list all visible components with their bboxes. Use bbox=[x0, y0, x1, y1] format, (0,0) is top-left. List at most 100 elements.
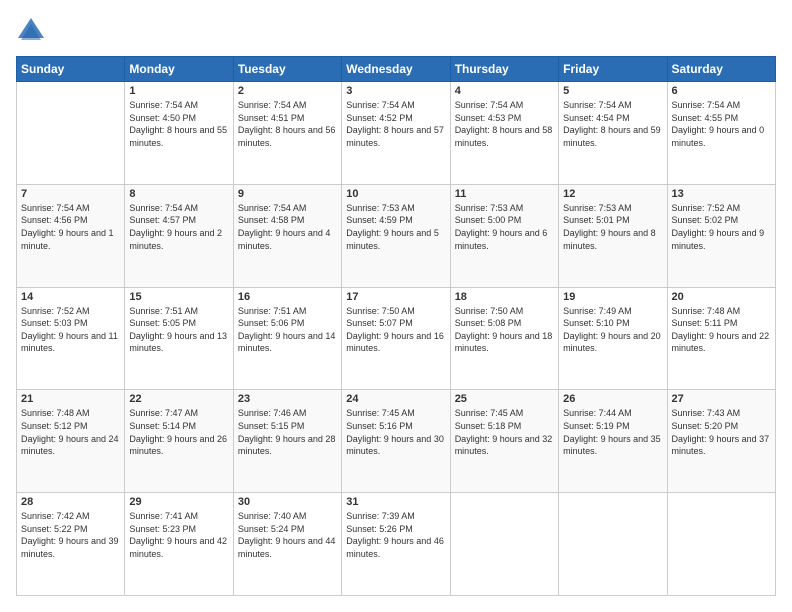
calendar-cell: 20Sunrise: 7:48 AMSunset: 5:11 PMDayligh… bbox=[667, 287, 775, 390]
day-number: 1 bbox=[129, 85, 228, 97]
day-info: Sunrise: 7:50 AMSunset: 5:08 PMDaylight:… bbox=[455, 305, 554, 355]
day-number: 20 bbox=[672, 291, 771, 303]
day-number: 11 bbox=[455, 188, 554, 200]
day-info: Sunrise: 7:44 AMSunset: 5:19 PMDaylight:… bbox=[563, 407, 662, 457]
calendar-cell: 1 Sunrise: 7:54 AMSunset: 4:50 PMDaylight… bbox=[125, 82, 233, 185]
day-info: Sunrise: 7:40 AMSunset: 5:24 PMDaylight:… bbox=[238, 510, 337, 560]
day-number: 5 bbox=[563, 85, 662, 97]
day-number: 28 bbox=[21, 496, 120, 508]
calendar-cell: 27 Sunrise: 7:43 AMSunset: 5:20 PMDayligh… bbox=[667, 390, 775, 493]
calendar-cell: 13Sunrise: 7:52 AMSunset: 5:02 PMDayligh… bbox=[667, 184, 775, 287]
day-number: 9 bbox=[238, 188, 337, 200]
calendar-cell bbox=[450, 493, 558, 596]
calendar-cell: 29 Sunrise: 7:41 AMSunset: 5:23 PMDayligh… bbox=[125, 493, 233, 596]
day-header-saturday: Saturday bbox=[667, 57, 775, 82]
day-info: Sunrise: 7:52 AMSunset: 5:03 PMDaylight:… bbox=[21, 305, 120, 355]
day-header-monday: Monday bbox=[125, 57, 233, 82]
day-number: 19 bbox=[563, 291, 662, 303]
day-header-thursday: Thursday bbox=[450, 57, 558, 82]
calendar-week-row: 28 Sunrise: 7:42 AMSunset: 5:22 PMDayligh… bbox=[17, 493, 776, 596]
day-info: Sunrise: 7:54 AMSunset: 4:50 PMDaylight:… bbox=[129, 99, 228, 149]
calendar-cell bbox=[559, 493, 667, 596]
day-number: 23 bbox=[238, 393, 337, 405]
day-info: Sunrise: 7:53 AMSunset: 5:00 PMDaylight:… bbox=[455, 202, 554, 252]
calendar-cell: 26 Sunrise: 7:44 AMSunset: 5:19 PMDayligh… bbox=[559, 390, 667, 493]
day-number: 12 bbox=[563, 188, 662, 200]
calendar-cell: 22 Sunrise: 7:47 AMSunset: 5:14 PMDayligh… bbox=[125, 390, 233, 493]
day-number: 4 bbox=[455, 85, 554, 97]
day-info: Sunrise: 7:54 AMSunset: 4:52 PMDaylight:… bbox=[346, 99, 445, 149]
calendar-week-row: 14 Sunrise: 7:52 AMSunset: 5:03 PMDayligh… bbox=[17, 287, 776, 390]
day-number: 25 bbox=[455, 393, 554, 405]
calendar-cell: 9 Sunrise: 7:54 AMSunset: 4:58 PMDaylight… bbox=[233, 184, 341, 287]
day-info: Sunrise: 7:42 AMSunset: 5:22 PMDaylight:… bbox=[21, 510, 120, 560]
calendar-cell: 18 Sunrise: 7:50 AMSunset: 5:08 PMDayligh… bbox=[450, 287, 558, 390]
day-number: 2 bbox=[238, 85, 337, 97]
day-header-wednesday: Wednesday bbox=[342, 57, 450, 82]
day-info: Sunrise: 7:51 AMSunset: 5:05 PMDaylight:… bbox=[129, 305, 228, 355]
day-number: 18 bbox=[455, 291, 554, 303]
day-number: 26 bbox=[563, 393, 662, 405]
calendar-week-row: 1 Sunrise: 7:54 AMSunset: 4:50 PMDaylight… bbox=[17, 82, 776, 185]
day-info: Sunrise: 7:50 AMSunset: 5:07 PMDaylight:… bbox=[346, 305, 445, 355]
day-number: 27 bbox=[672, 393, 771, 405]
calendar-cell: 17 Sunrise: 7:50 AMSunset: 5:07 PMDayligh… bbox=[342, 287, 450, 390]
calendar-cell: 24Sunrise: 7:45 AMSunset: 5:16 PMDayligh… bbox=[342, 390, 450, 493]
calendar-cell: 3 Sunrise: 7:54 AMSunset: 4:52 PMDaylight… bbox=[342, 82, 450, 185]
day-info: Sunrise: 7:52 AMSunset: 5:02 PMDaylight:… bbox=[672, 202, 771, 252]
calendar-week-row: 21 Sunrise: 7:48 AMSunset: 5:12 PMDayligh… bbox=[17, 390, 776, 493]
calendar-header-row: SundayMondayTuesdayWednesdayThursdayFrid… bbox=[17, 57, 776, 82]
calendar-cell: 28 Sunrise: 7:42 AMSunset: 5:22 PMDayligh… bbox=[17, 493, 125, 596]
day-info: Sunrise: 7:54 AMSunset: 4:55 PMDaylight:… bbox=[672, 99, 771, 149]
day-info: Sunrise: 7:39 AMSunset: 5:26 PMDaylight:… bbox=[346, 510, 445, 560]
calendar-cell: 21 Sunrise: 7:48 AMSunset: 5:12 PMDayligh… bbox=[17, 390, 125, 493]
calendar-week-row: 7 Sunrise: 7:54 AMSunset: 4:56 PMDaylight… bbox=[17, 184, 776, 287]
day-number: 10 bbox=[346, 188, 445, 200]
calendar-cell: 7 Sunrise: 7:54 AMSunset: 4:56 PMDaylight… bbox=[17, 184, 125, 287]
day-number: 16 bbox=[238, 291, 337, 303]
calendar-cell: 25 Sunrise: 7:45 AMSunset: 5:18 PMDayligh… bbox=[450, 390, 558, 493]
day-info: Sunrise: 7:41 AMSunset: 5:23 PMDaylight:… bbox=[129, 510, 228, 560]
day-number: 21 bbox=[21, 393, 120, 405]
day-info: Sunrise: 7:48 AMSunset: 5:12 PMDaylight:… bbox=[21, 407, 120, 457]
day-number: 31 bbox=[346, 496, 445, 508]
calendar-cell bbox=[17, 82, 125, 185]
day-number: 15 bbox=[129, 291, 228, 303]
day-number: 8 bbox=[129, 188, 228, 200]
calendar-cell bbox=[667, 493, 775, 596]
day-number: 7 bbox=[21, 188, 120, 200]
day-number: 17 bbox=[346, 291, 445, 303]
day-info: Sunrise: 7:51 AMSunset: 5:06 PMDaylight:… bbox=[238, 305, 337, 355]
day-info: Sunrise: 7:54 AMSunset: 4:56 PMDaylight:… bbox=[21, 202, 120, 252]
day-info: Sunrise: 7:54 AMSunset: 4:58 PMDaylight:… bbox=[238, 202, 337, 252]
calendar-cell: 30Sunrise: 7:40 AMSunset: 5:24 PMDayligh… bbox=[233, 493, 341, 596]
logo-icon bbox=[16, 16, 46, 46]
calendar-cell: 6Sunrise: 7:54 AMSunset: 4:55 PMDaylight… bbox=[667, 82, 775, 185]
day-number: 24 bbox=[346, 393, 445, 405]
calendar-cell: 4Sunrise: 7:54 AMSunset: 4:53 PMDaylight… bbox=[450, 82, 558, 185]
day-header-friday: Friday bbox=[559, 57, 667, 82]
calendar-cell: 8 Sunrise: 7:54 AMSunset: 4:57 PMDaylight… bbox=[125, 184, 233, 287]
day-info: Sunrise: 7:54 AMSunset: 4:54 PMDaylight:… bbox=[563, 99, 662, 149]
day-info: Sunrise: 7:46 AMSunset: 5:15 PMDaylight:… bbox=[238, 407, 337, 457]
calendar-cell: 19Sunrise: 7:49 AMSunset: 5:10 PMDayligh… bbox=[559, 287, 667, 390]
day-info: Sunrise: 7:53 AMSunset: 4:59 PMDaylight:… bbox=[346, 202, 445, 252]
calendar-cell: 14 Sunrise: 7:52 AMSunset: 5:03 PMDayligh… bbox=[17, 287, 125, 390]
day-info: Sunrise: 7:45 AMSunset: 5:18 PMDaylight:… bbox=[455, 407, 554, 457]
day-info: Sunrise: 7:47 AMSunset: 5:14 PMDaylight:… bbox=[129, 407, 228, 457]
calendar-cell: 31 Sunrise: 7:39 AMSunset: 5:26 PMDayligh… bbox=[342, 493, 450, 596]
day-number: 29 bbox=[129, 496, 228, 508]
page: SundayMondayTuesdayWednesdayThursdayFrid… bbox=[0, 0, 792, 612]
day-number: 3 bbox=[346, 85, 445, 97]
logo bbox=[16, 16, 50, 46]
calendar-cell: 11 Sunrise: 7:53 AMSunset: 5:00 PMDayligh… bbox=[450, 184, 558, 287]
day-info: Sunrise: 7:54 AMSunset: 4:51 PMDaylight:… bbox=[238, 99, 337, 149]
day-info: Sunrise: 7:54 AMSunset: 4:57 PMDaylight:… bbox=[129, 202, 228, 252]
calendar-cell: 16 Sunrise: 7:51 AMSunset: 5:06 PMDayligh… bbox=[233, 287, 341, 390]
day-header-sunday: Sunday bbox=[17, 57, 125, 82]
day-number: 22 bbox=[129, 393, 228, 405]
day-number: 14 bbox=[21, 291, 120, 303]
calendar-cell: 2 Sunrise: 7:54 AMSunset: 4:51 PMDaylight… bbox=[233, 82, 341, 185]
day-info: Sunrise: 7:43 AMSunset: 5:20 PMDaylight:… bbox=[672, 407, 771, 457]
calendar-cell: 23 Sunrise: 7:46 AMSunset: 5:15 PMDayligh… bbox=[233, 390, 341, 493]
